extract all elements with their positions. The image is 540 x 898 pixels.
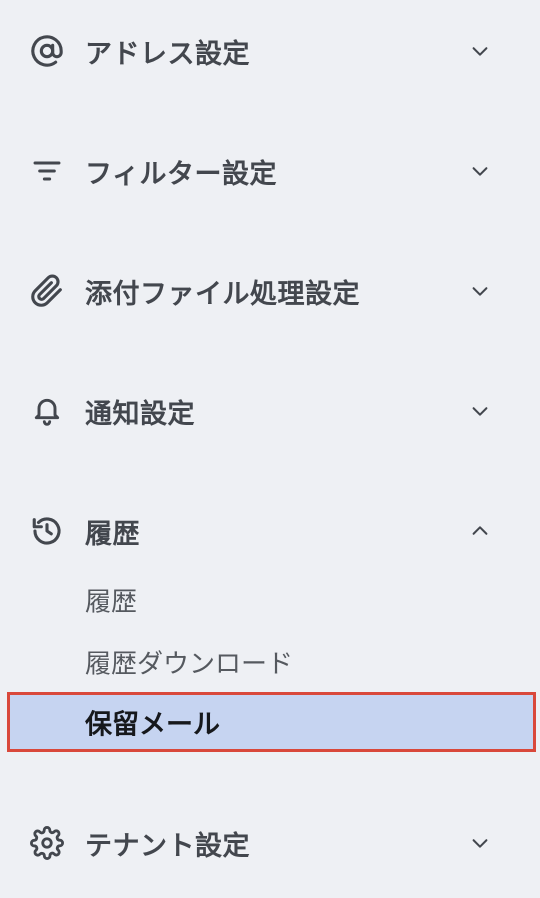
menu-section-label: 通知設定: [85, 398, 195, 430]
submenu-item-history-download[interactable]: 履歴ダウンロード: [0, 634, 540, 690]
submenu-item-label: 履歴: [85, 587, 138, 618]
submenu-item-label: 履歴ダウンロード: [85, 649, 294, 680]
menu-section-attachment[interactable]: 添付ファイル処理設定: [0, 261, 540, 321]
paperclip-icon: [30, 274, 64, 308]
settings-sidebar-nav: アドレス設定 フィルター設定 添付ファイル処理設定 通知設定 履歴 履歴 履歴ダ…: [0, 0, 540, 898]
menu-section-history[interactable]: 履歴: [0, 501, 540, 561]
chevron-down-icon[interactable]: [466, 37, 494, 65]
filter-icon: [30, 154, 64, 188]
history-icon: [30, 514, 64, 548]
menu-section-label: 履歴: [85, 518, 140, 550]
menu-section-label: フィルター設定: [85, 158, 277, 190]
chevron-down-icon[interactable]: [466, 397, 494, 425]
menu-section-label: 添付ファイル処理設定: [85, 278, 360, 310]
at-sign-icon: [30, 34, 64, 68]
chevron-down-icon[interactable]: [466, 157, 494, 185]
chevron-down-icon[interactable]: [466, 277, 494, 305]
submenu-item-label: 保留メール: [85, 709, 220, 741]
menu-section-address[interactable]: アドレス設定: [0, 21, 540, 81]
menu-section-label: アドレス設定: [85, 38, 250, 70]
gear-icon: [30, 826, 64, 860]
submenu-item-held-mail[interactable]: 保留メール: [7, 692, 536, 752]
bell-icon: [30, 394, 64, 428]
chevron-up-icon[interactable]: [466, 517, 494, 545]
submenu-item-history[interactable]: 履歴: [0, 572, 540, 628]
menu-section-filter[interactable]: フィルター設定: [0, 141, 540, 201]
menu-section-tenant[interactable]: テナント設定: [0, 813, 540, 873]
menu-section-label: テナント設定: [85, 830, 250, 862]
menu-section-notification[interactable]: 通知設定: [0, 381, 540, 441]
chevron-down-icon[interactable]: [466, 829, 494, 857]
